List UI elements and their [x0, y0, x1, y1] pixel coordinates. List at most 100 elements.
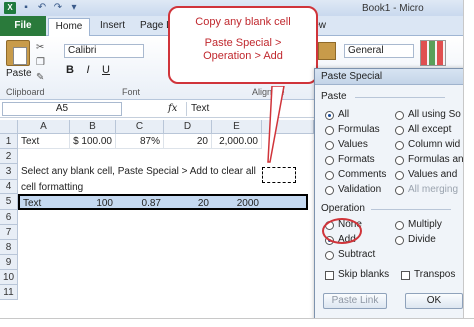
radio-icon[interactable] — [395, 185, 404, 195]
format-painter-icon[interactable]: ✎ — [36, 72, 45, 84]
radio-icon[interactable] — [395, 155, 404, 165]
note-line-2[interactable]: cell formatting — [18, 180, 262, 195]
operation-section-divider — [371, 209, 451, 210]
paste-special-icon[interactable] — [318, 42, 336, 60]
bold-button[interactable]: B — [64, 64, 76, 76]
undo-icon[interactable]: ↶ — [36, 2, 48, 14]
paste-section-label: Paste — [321, 91, 347, 102]
cell-c1[interactable]: 87% — [116, 134, 164, 149]
row-header[interactable]: 6 — [0, 210, 18, 225]
column-header-b[interactable]: B — [70, 120, 116, 134]
conditional-formatting-icon[interactable] — [420, 40, 446, 66]
operation-subtract-option[interactable]: Subtract — [325, 249, 375, 261]
row-header[interactable]: 9 — [0, 255, 18, 270]
font-style-buttons: B I U — [64, 64, 112, 76]
radio-icon[interactable] — [395, 125, 404, 135]
paste-formats-option[interactable]: Formats — [325, 154, 375, 166]
cell-b5[interactable]: 100 — [70, 196, 116, 211]
option-label: Skip blanks — [338, 269, 390, 280]
customize-icon[interactable]: ▾ — [68, 2, 80, 14]
radio-icon[interactable] — [325, 140, 334, 150]
cell-d5[interactable]: 20 — [164, 196, 212, 211]
paste-validation-option[interactable]: Validation — [325, 184, 381, 196]
name-box[interactable]: A5 — [2, 102, 122, 116]
paste-all-merging-option[interactable]: All merging — [395, 184, 458, 196]
skip-blanks-checkbox[interactable]: Skip blanks — [325, 269, 389, 281]
cut-icon[interactable]: ✂ — [36, 42, 45, 54]
number-format-dropdown[interactable]: General — [344, 44, 414, 58]
italic-button[interactable]: I — [82, 64, 94, 76]
row-header[interactable]: 4 — [0, 180, 18, 194]
cell-d1[interactable]: 20 — [164, 134, 212, 149]
row-header[interactable]: 10 — [0, 270, 18, 285]
radio-icon[interactable] — [325, 170, 334, 180]
radio-icon[interactable] — [395, 110, 404, 120]
row-header[interactable]: 8 — [0, 240, 18, 255]
tab-home[interactable]: Home — [48, 18, 90, 36]
font-group-label: Font — [122, 87, 141, 97]
redo-icon[interactable]: ↷ — [52, 2, 64, 14]
row-header[interactable]: 1 — [0, 134, 18, 149]
callout-arrow — [267, 86, 285, 163]
paste-values-option[interactable]: Values — [325, 139, 368, 151]
row-header[interactable]: 11 — [0, 285, 18, 300]
paste-button-label[interactable]: Paste — [6, 68, 32, 79]
cell-e5[interactable]: 2000 — [212, 196, 262, 211]
row-header[interactable]: 2 — [0, 149, 18, 164]
checkbox-icon[interactable] — [401, 270, 410, 280]
cell-a5[interactable]: Text — [20, 196, 70, 211]
excel-app-icon[interactable]: X — [4, 2, 16, 14]
paste-all-using-source-option[interactable]: All using So — [395, 109, 461, 121]
copied-cell-marquee[interactable] — [262, 167, 296, 183]
tab-file[interactable]: File — [0, 16, 46, 36]
operation-multiply-option[interactable]: Multiply — [395, 219, 442, 231]
paste-link-button[interactable]: Paste Link — [323, 293, 387, 309]
row-header[interactable]: 7 — [0, 225, 18, 240]
option-label: Formats — [338, 154, 375, 165]
radio-icon[interactable] — [395, 220, 404, 230]
operation-divide-option[interactable]: Divide — [395, 234, 436, 246]
row-header[interactable]: 3 — [0, 164, 18, 180]
cell-c5[interactable]: 0.87 — [116, 196, 164, 211]
note-line-1[interactable]: Select any blank cell, Paste Special > A… — [18, 164, 262, 179]
radio-icon[interactable] — [395, 140, 404, 150]
option-label: Transpos — [414, 269, 456, 280]
paste-all-option[interactable]: All — [325, 109, 349, 121]
column-header-c[interactable]: C — [116, 120, 164, 134]
font-name-dropdown[interactable]: Calibri — [64, 44, 144, 58]
save-icon[interactable]: ▪ — [20, 2, 32, 14]
cell-b1[interactable]: $ 100.00 — [70, 134, 116, 149]
paste-special-dialog: Paste Special Paste All Formulas Values … — [314, 68, 463, 320]
option-label: Multiply — [408, 219, 442, 230]
paste-comments-option[interactable]: Comments — [325, 169, 386, 181]
radio-icon[interactable] — [325, 110, 334, 120]
cell-a1[interactable]: Text — [18, 134, 70, 149]
tab-insert[interactable]: Insert — [94, 18, 131, 36]
copy-icon[interactable]: ❐ — [36, 57, 45, 69]
checkbox-icon[interactable] — [325, 270, 334, 280]
radio-icon[interactable] — [325, 155, 334, 165]
callout-line-1: Copy any blank cell — [195, 16, 291, 28]
fx-icon[interactable]: fx — [168, 103, 177, 114]
row-header[interactable]: 5 — [0, 194, 18, 210]
underline-button[interactable]: U — [100, 64, 112, 76]
paste-icon[interactable] — [6, 40, 30, 66]
column-header-a[interactable]: A — [18, 120, 70, 134]
radio-icon[interactable] — [325, 125, 334, 135]
paste-column-widths-option[interactable]: Column wid — [395, 139, 460, 151]
paste-section-divider — [355, 97, 445, 98]
paste-formulas-option[interactable]: Formulas — [325, 124, 380, 136]
option-label: All — [338, 109, 350, 120]
radio-icon[interactable] — [325, 185, 334, 195]
paste-values-and-option[interactable]: Values and — [395, 169, 457, 181]
radio-icon[interactable] — [395, 235, 404, 245]
paste-formulas-and-option[interactable]: Formulas an — [395, 154, 463, 166]
radio-icon[interactable] — [395, 170, 404, 180]
ok-button[interactable]: OK — [405, 293, 463, 309]
column-header-d[interactable]: D — [164, 120, 212, 134]
radio-icon[interactable] — [325, 250, 334, 260]
select-all-corner[interactable] — [0, 120, 18, 134]
option-label: Comments — [338, 169, 387, 180]
paste-all-except-option[interactable]: All except — [395, 124, 451, 136]
transpose-checkbox[interactable]: Transpos — [401, 269, 455, 281]
